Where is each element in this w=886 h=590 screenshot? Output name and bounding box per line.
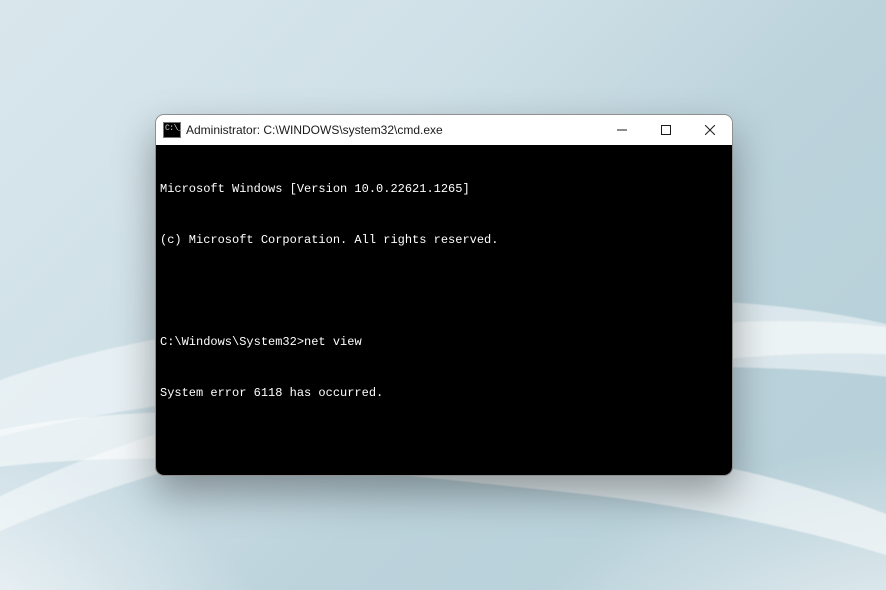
desktop-background: Administrator: C:\WINDOWS\system32\cmd.e…	[0, 0, 886, 590]
console-line	[160, 436, 727, 453]
cmd-icon	[164, 123, 180, 137]
close-icon	[705, 125, 715, 135]
console-line: Microsoft Windows [Version 10.0.22621.12…	[160, 181, 727, 198]
window-title: Administrator: C:\WINDOWS\system32\cmd.e…	[186, 123, 443, 137]
console-line: (c) Microsoft Corporation. All rights re…	[160, 232, 727, 249]
console-line: System error 6118 has occurred.	[160, 385, 727, 402]
console-prompt: C:\Windows\System32>net view	[160, 334, 727, 351]
console-line	[160, 283, 727, 300]
titlebar[interactable]: Administrator: C:\WINDOWS\system32\cmd.e…	[156, 115, 732, 145]
minimize-icon	[617, 125, 627, 135]
cmd-window: Administrator: C:\WINDOWS\system32\cmd.e…	[155, 114, 733, 476]
close-button[interactable]	[688, 115, 732, 145]
console-area[interactable]: Microsoft Windows [Version 10.0.22621.12…	[156, 145, 732, 475]
maximize-button[interactable]	[644, 115, 688, 145]
maximize-icon	[661, 125, 671, 135]
minimize-button[interactable]	[600, 115, 644, 145]
